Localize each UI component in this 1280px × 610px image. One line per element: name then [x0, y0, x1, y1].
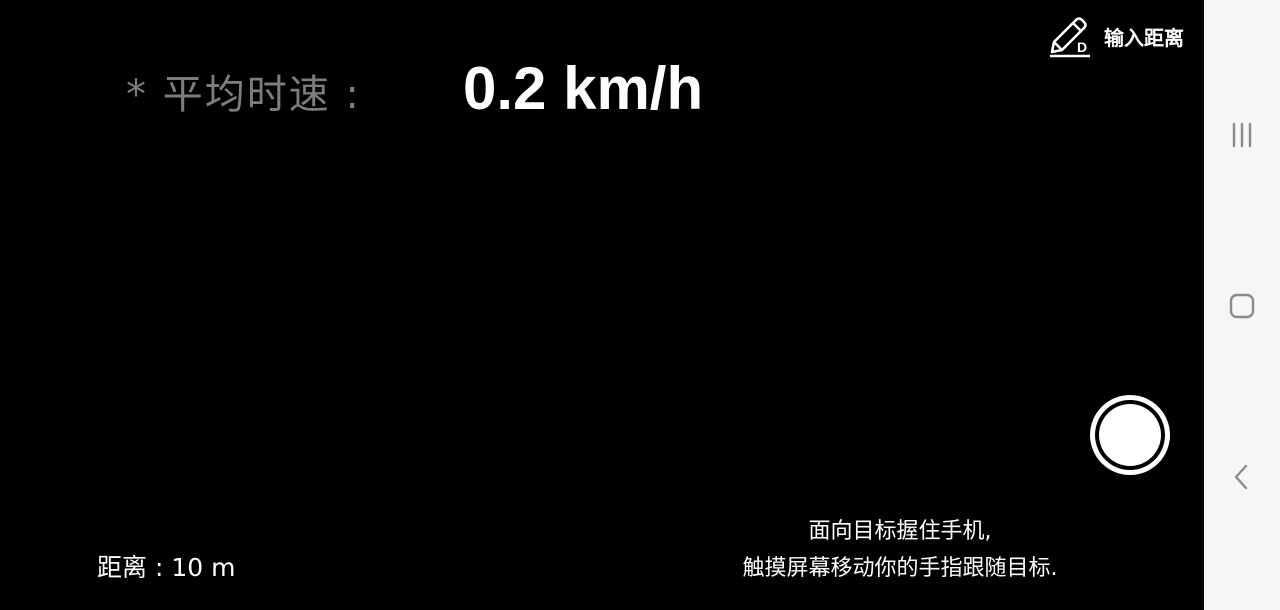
system-nav-bar	[1204, 0, 1280, 610]
svg-text:D: D	[1077, 39, 1087, 55]
back-button[interactable]	[1218, 455, 1266, 503]
avg-speed-value: 0.2 km/h	[463, 55, 704, 122]
shutter-core	[1099, 404, 1161, 466]
camera-viewfinder[interactable]: * 平均时速 : 0.2 km/h D 输入距离 距离 : 10 m 面向目标握…	[0, 0, 1204, 610]
instruction-line-1: 面向目标握住手机,	[808, 519, 992, 544]
recents-button[interactable]	[1218, 113, 1266, 161]
recents-icon	[1227, 120, 1257, 154]
instruction-line-2: 触摸屏幕移动你的手指跟随目标.	[742, 556, 1058, 581]
speed-camera-screen: * 平均时速 : 0.2 km/h D 输入距离 距离 : 10 m 面向目标握…	[0, 0, 1280, 610]
home-button[interactable]	[1218, 284, 1266, 332]
home-icon	[1227, 291, 1257, 325]
instruction-text: 面向目标握住手机, 触摸屏幕移动你的手指跟随目标.	[700, 513, 1100, 587]
pencil-d-icon: D	[1044, 12, 1092, 60]
input-distance-button[interactable]: D 输入距离	[1044, 12, 1184, 60]
avg-speed-label: * 平均时速 :	[126, 72, 361, 118]
distance-readout: 距离 : 10 m	[97, 553, 236, 578]
back-icon	[1227, 462, 1257, 496]
shutter-button[interactable]	[1090, 395, 1170, 475]
input-distance-label: 输入距离	[1104, 25, 1184, 50]
